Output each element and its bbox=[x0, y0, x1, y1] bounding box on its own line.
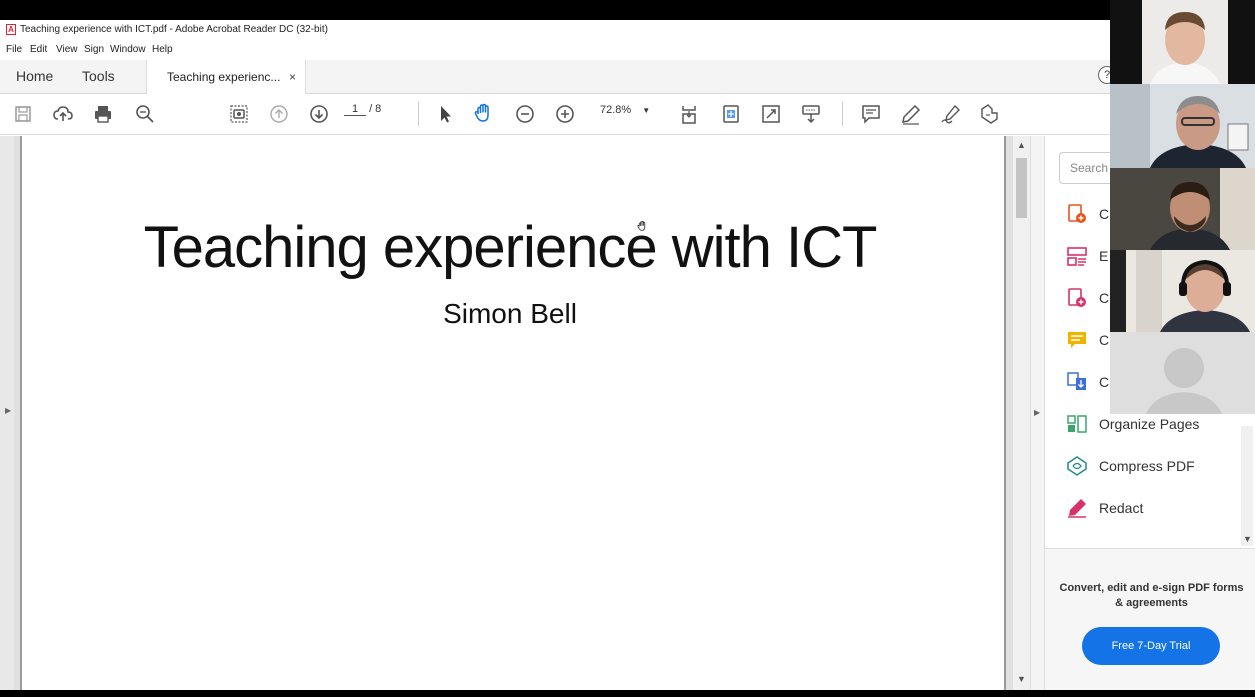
participant-video-4[interactable] bbox=[1110, 250, 1255, 332]
tool-label: C bbox=[1099, 332, 1110, 348]
tab-bar: Home Tools Teaching experienc... × bbox=[0, 60, 1110, 94]
scroll-up-icon[interactable]: ▲ bbox=[1017, 140, 1026, 150]
page-number-box: 1 / 8 bbox=[344, 103, 381, 116]
next-page-icon[interactable] bbox=[308, 103, 330, 125]
chevron-right-icon: ▶ bbox=[1034, 408, 1041, 417]
tools-panel-scrollbar[interactable]: ▼ bbox=[1241, 426, 1253, 546]
tool-label: C bbox=[1099, 206, 1110, 222]
menu-help[interactable]: Help bbox=[152, 44, 173, 55]
zoom-level-value: 72.8% bbox=[600, 104, 632, 116]
document-scrollbar[interactable]: ▲ ▼ bbox=[1012, 136, 1030, 690]
previous-page-icon[interactable] bbox=[268, 103, 290, 125]
participant-avatar[interactable] bbox=[1110, 332, 1255, 414]
tool-label: E bbox=[1099, 248, 1109, 264]
edit-pdf-icon bbox=[1067, 247, 1087, 266]
tool-label: C bbox=[1099, 290, 1110, 306]
toolbar-divider bbox=[418, 102, 419, 126]
tool-label: Redact bbox=[1099, 500, 1144, 516]
hand-tool-icon[interactable] bbox=[472, 102, 494, 124]
redact-icon bbox=[1068, 499, 1086, 518]
scroll-mode-icon[interactable] bbox=[678, 103, 700, 125]
combine-files-icon bbox=[1068, 288, 1086, 307]
tab-home[interactable]: Home bbox=[16, 68, 53, 84]
tab-close-button[interactable]: × bbox=[289, 70, 296, 84]
create-pdf-icon bbox=[1068, 204, 1086, 223]
save-icon[interactable] bbox=[12, 103, 34, 125]
scroll-down-icon[interactable]: ▼ bbox=[1017, 674, 1026, 684]
window-titlebar: A Teaching experience with ICT.pdf - Ado… bbox=[0, 20, 1110, 44]
compress-pdf-icon bbox=[1067, 456, 1087, 476]
tab-document[interactable]: Teaching experienc... × bbox=[146, 60, 306, 94]
zoom-out-icon[interactable] bbox=[514, 103, 536, 125]
hand-cursor-icon bbox=[636, 220, 648, 235]
fit-page-icon[interactable] bbox=[720, 103, 742, 125]
zoom-search-icon[interactable] bbox=[134, 103, 156, 125]
fill-sign-icon[interactable] bbox=[978, 103, 1000, 125]
sign-icon[interactable] bbox=[940, 103, 962, 125]
document-author: Simon Bell bbox=[443, 298, 577, 329]
participant-video-1[interactable] bbox=[1110, 0, 1255, 84]
participant-video-2[interactable] bbox=[1110, 84, 1255, 168]
window-title: Teaching experience with ICT.pdf - Adobe… bbox=[20, 24, 328, 35]
export-pdf-icon bbox=[1067, 372, 1086, 390]
snapshot-icon[interactable] bbox=[228, 103, 250, 125]
zoom-level-select[interactable]: 72.8% ▼ bbox=[600, 104, 650, 116]
menu-bar: File Edit View Sign Window Help bbox=[0, 44, 1110, 58]
free-trial-button[interactable]: Free 7-Day Trial bbox=[1082, 627, 1220, 665]
scrollbar-thumb[interactable] bbox=[1016, 158, 1027, 218]
menu-window[interactable]: Window bbox=[110, 44, 146, 55]
screen-bottom-border bbox=[0, 690, 1255, 697]
participant-video-3[interactable] bbox=[1110, 168, 1255, 250]
promo-text: Convert, edit and e-sign PDF forms & agr… bbox=[1059, 582, 1244, 609]
highlight-pen-icon[interactable] bbox=[900, 103, 922, 125]
menu-edit[interactable]: Edit bbox=[30, 44, 47, 55]
cloud-upload-icon[interactable] bbox=[52, 103, 74, 125]
tab-tools[interactable]: Tools bbox=[82, 68, 115, 84]
chevron-down-icon: ▼ bbox=[642, 106, 651, 115]
tab-document-label: Teaching experienc... bbox=[167, 70, 281, 84]
menu-view[interactable]: View bbox=[56, 44, 78, 55]
page-total: / 8 bbox=[369, 103, 382, 115]
comment-icon bbox=[1068, 332, 1086, 348]
tool-label: Organize Pages bbox=[1099, 416, 1200, 432]
menu-sign[interactable]: Sign bbox=[84, 44, 104, 55]
print-icon[interactable] bbox=[92, 103, 114, 125]
tool-label: C bbox=[1099, 374, 1110, 390]
document-title: Teaching experience with ICT bbox=[143, 215, 878, 280]
organize-pages-icon bbox=[1067, 415, 1087, 433]
tool-label: Compress PDF bbox=[1099, 458, 1195, 474]
acrobat-pdf-icon: A bbox=[6, 24, 16, 35]
chevron-right-icon: ▶ bbox=[5, 406, 12, 415]
menu-file[interactable]: File bbox=[6, 44, 22, 55]
read-mode-icon[interactable] bbox=[800, 103, 822, 125]
scroll-down-icon[interactable]: ▼ bbox=[1243, 534, 1252, 544]
toolbar-divider bbox=[842, 102, 843, 126]
full-screen-icon[interactable] bbox=[760, 103, 782, 125]
trial-promo: Convert, edit and e-sign PDF forms & agr… bbox=[1045, 548, 1255, 690]
right-panel-toggle[interactable]: ▶ bbox=[1030, 136, 1044, 690]
select-cursor-icon[interactable] bbox=[434, 103, 456, 125]
screen: A Teaching experience with ICT.pdf - Ado… bbox=[0, 0, 1255, 697]
current-page-input[interactable]: 1 bbox=[344, 103, 366, 116]
comment-icon[interactable] bbox=[860, 103, 882, 125]
screen-top-border bbox=[0, 0, 1255, 20]
zoom-in-icon[interactable] bbox=[554, 103, 576, 125]
